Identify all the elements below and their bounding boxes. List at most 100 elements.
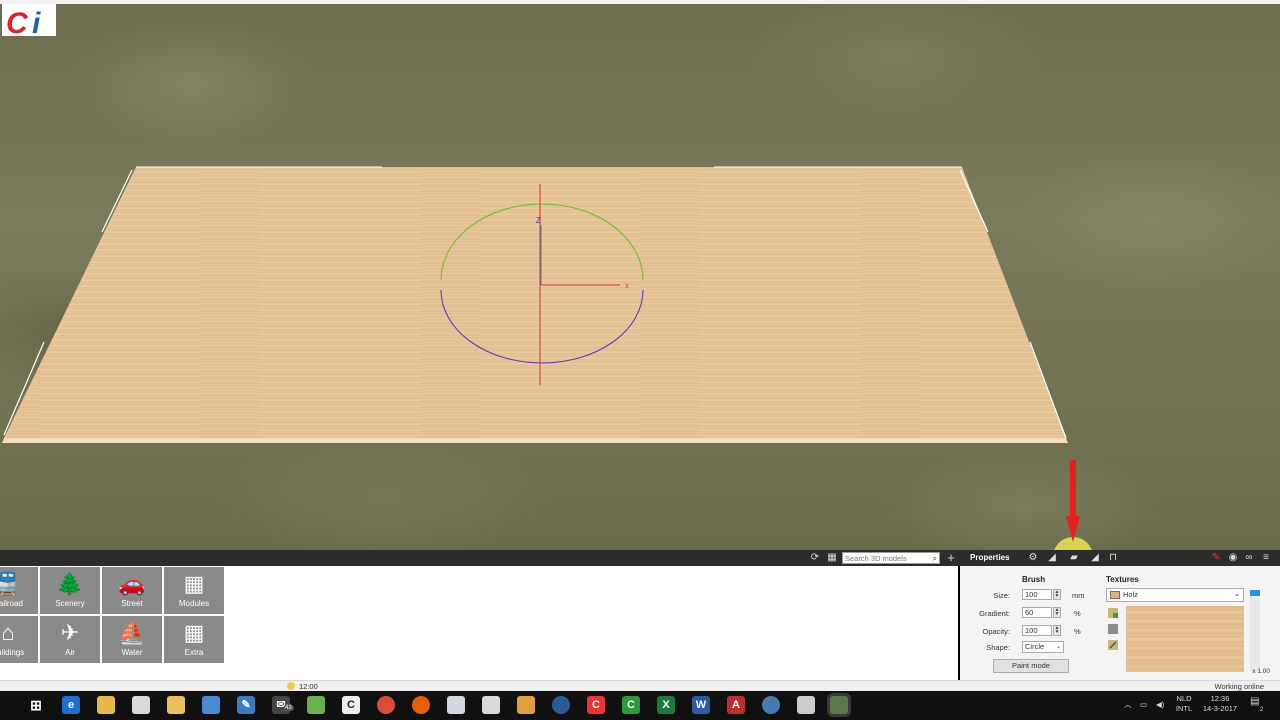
size-input[interactable]: 100 bbox=[1022, 589, 1052, 600]
texture-add-icon[interactable] bbox=[1108, 608, 1118, 618]
online-status: Working online bbox=[1214, 682, 1264, 691]
svg-text:C: C bbox=[6, 7, 29, 38]
menu-icon[interactable]: ≡ bbox=[1260, 552, 1272, 564]
tunnel-icon[interactable]: ⊓ bbox=[1107, 552, 1119, 564]
pen-icon[interactable]: ✎ bbox=[1210, 552, 1222, 564]
size-spinner[interactable]: ▲ ▼ bbox=[1053, 589, 1061, 600]
category-extra[interactable]: ▦ Extra bbox=[164, 616, 225, 664]
grid-view-icon[interactable]: ▦ bbox=[826, 552, 838, 564]
gizmo-x-label: x bbox=[625, 281, 629, 290]
notes-icon[interactable] bbox=[482, 696, 500, 714]
texture-edit-icon[interactable] bbox=[1108, 640, 1118, 650]
shape-label: Shape: bbox=[986, 643, 1010, 652]
car-icon: 🚗 bbox=[118, 571, 146, 596]
windows-start-icon[interactable]: ⊞ bbox=[27, 696, 45, 714]
c-app-icon[interactable]: C bbox=[342, 696, 360, 714]
gradient-input[interactable]: 60 bbox=[1022, 607, 1052, 618]
texture-zoom: x 1.00 bbox=[1252, 668, 1270, 675]
pen-app-icon[interactable]: ✎ bbox=[237, 696, 255, 714]
gizmo-z-label: Z bbox=[536, 216, 541, 225]
chevron-down-icon: ⌄ bbox=[1055, 644, 1061, 650]
folder-icon[interactable] bbox=[167, 696, 185, 714]
add-icon[interactable]: + bbox=[945, 551, 957, 564]
wood-swatch-icon bbox=[1110, 591, 1120, 599]
textures-header: Textures bbox=[1106, 575, 1139, 584]
category-scenery[interactable]: 🌲 Scenery bbox=[40, 567, 101, 615]
file-explorer-icon[interactable] bbox=[97, 696, 115, 714]
tree-icon: 🌲 bbox=[56, 571, 84, 596]
texture-select[interactable]: Holz ⌄ bbox=[1106, 588, 1244, 602]
excel-icon[interactable]: X bbox=[657, 696, 675, 714]
scene-time: 12:00 bbox=[299, 682, 318, 691]
volume-icon[interactable]: ◀) bbox=[1156, 700, 1164, 710]
category-railroad[interactable]: 🚆 Railroad bbox=[0, 567, 39, 615]
chrome-icon[interactable] bbox=[377, 696, 395, 714]
3d-viewport[interactable]: Z x C i bbox=[0, 0, 1280, 550]
chevron-up-icon[interactable]: ︿ bbox=[1124, 700, 1132, 710]
browser-icon[interactable] bbox=[762, 696, 780, 714]
windows-taskbar: ⊞ e ✎ ✉ 43 C C C X W A ︿ ▭ ◀) NLD INTL 1… bbox=[0, 691, 1280, 720]
sailboat-icon: ⛵ bbox=[118, 620, 146, 645]
notification-icon[interactable]: ▤ bbox=[1250, 697, 1259, 707]
category-air[interactable]: ✈ Air bbox=[40, 616, 101, 664]
brush-header: Brush bbox=[1022, 575, 1046, 584]
sun-icon bbox=[287, 682, 295, 690]
network-icon[interactable] bbox=[202, 696, 220, 714]
grid-icon: ▦ bbox=[183, 620, 205, 645]
train-icon: 🚆 bbox=[0, 571, 22, 596]
word-icon[interactable]: W bbox=[692, 696, 710, 714]
texture-scale-thumb[interactable] bbox=[1250, 590, 1260, 596]
texture-preview bbox=[1126, 606, 1244, 672]
opacity-input[interactable]: 100 bbox=[1022, 625, 1052, 636]
search-placeholder: Search 3D models bbox=[845, 554, 907, 563]
access-icon[interactable]: A bbox=[727, 696, 745, 714]
refresh-icon[interactable]: ⟳ bbox=[809, 552, 821, 564]
status-bar: 12:00 x 1.00 Working online bbox=[0, 668, 1280, 691]
document-icon[interactable] bbox=[447, 696, 465, 714]
opacity-unit: % bbox=[1074, 627, 1081, 636]
3d-app-icon[interactable] bbox=[830, 696, 848, 714]
wood-baseplate bbox=[4, 167, 1066, 438]
archive-icon[interactable] bbox=[517, 696, 535, 714]
green-app-icon[interactable] bbox=[307, 696, 325, 714]
size-label: Size: bbox=[993, 591, 1010, 600]
opacity-spinner[interactable]: ▲ ▼ bbox=[1053, 625, 1061, 636]
slope-icon[interactable]: ◢ bbox=[1089, 552, 1101, 564]
category-street[interactable]: 🚗 Street bbox=[102, 567, 163, 615]
link-icon[interactable]: ∞ bbox=[1243, 552, 1255, 564]
documents-icon[interactable] bbox=[132, 696, 150, 714]
globe-icon[interactable] bbox=[552, 696, 570, 714]
gradient-spinner[interactable]: ▲ ▼ bbox=[1053, 607, 1061, 618]
properties-label: Properties bbox=[970, 553, 1010, 562]
house-icon: ⌂ bbox=[1, 620, 15, 645]
category-water[interactable]: ⛵ Water bbox=[102, 616, 163, 664]
edge-icon[interactable]: e bbox=[62, 696, 80, 714]
grid-icon: ▦ bbox=[183, 571, 205, 596]
language-indicator[interactable]: NLD INTL bbox=[1171, 694, 1197, 714]
shape-select[interactable]: Circle ⌄ bbox=[1022, 641, 1064, 653]
paint-mode-button[interactable]: Paint mode bbox=[993, 659, 1069, 673]
terrain-icon[interactable]: ◢ bbox=[1046, 552, 1058, 564]
network-tray-icon[interactable]: ▭ bbox=[1140, 700, 1147, 710]
green-c-app-icon[interactable]: C bbox=[622, 696, 640, 714]
opacity-label: Opacity: bbox=[982, 627, 1010, 636]
category-modules[interactable]: ▦ Modules bbox=[164, 567, 225, 615]
red-c-app-icon[interactable]: C bbox=[587, 696, 605, 714]
firefox-icon[interactable] bbox=[412, 696, 430, 714]
ci-logo: C i bbox=[2, 4, 56, 38]
properties-panel: Brush Size: 100 ▲ ▼ mm Gradient: 60 ▲ ▼ % … bbox=[960, 566, 1280, 680]
magnifier-icon[interactable]: ⌕ bbox=[933, 553, 937, 565]
mail-badge: 43 bbox=[283, 705, 294, 711]
gradient-unit: % bbox=[1074, 609, 1081, 618]
clock[interactable]: 12:36 14-3-2017 bbox=[1198, 694, 1242, 714]
eye-icon[interactable]: ◉ bbox=[1227, 552, 1239, 564]
size-unit: mm bbox=[1072, 591, 1085, 600]
airplane-icon: ✈ bbox=[60, 620, 80, 645]
brush-tool-icon[interactable]: ▰ bbox=[1068, 552, 1080, 564]
category-buildings[interactable]: ⌂ Buildings bbox=[0, 616, 39, 664]
gear-icon[interactable]: ⚙ bbox=[1027, 552, 1039, 564]
texture-scale-track[interactable] bbox=[1250, 590, 1260, 672]
camera-icon[interactable] bbox=[797, 696, 815, 714]
search-models-input[interactable]: Search 3D models ⌕ bbox=[842, 552, 940, 564]
texture-gray-icon[interactable] bbox=[1108, 624, 1118, 634]
